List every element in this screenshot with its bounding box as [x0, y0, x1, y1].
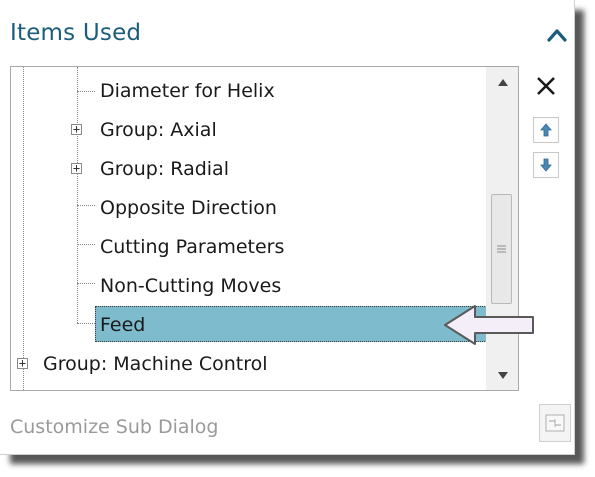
tree-item-diameter-for-helix[interactable]: Diameter for Helix: [11, 72, 486, 110]
tree-item-feed[interactable]: Feed: [11, 306, 486, 344]
customize-sub-dialog-button[interactable]: [539, 404, 571, 442]
expand-icon[interactable]: +: [71, 123, 82, 135]
tree-item-label: Diameter for Helix: [100, 80, 275, 102]
panel-title: Items Used: [10, 20, 142, 46]
tree-item-group-radial[interactable]: + Group: Radial: [11, 150, 486, 188]
tree-item-opposite-direction[interactable]: Opposite Direction: [11, 189, 486, 227]
chevron-up-icon: [547, 29, 567, 42]
grip-icon: [497, 245, 506, 253]
tree-item-cutting-parameters[interactable]: Cutting Parameters: [11, 228, 486, 266]
dialog-icon: [545, 414, 565, 432]
remove-button[interactable]: [531, 71, 561, 101]
tree-item-label: Opposite Direction: [100, 197, 277, 219]
move-down-button[interactable]: [533, 152, 559, 178]
expand-icon[interactable]: +: [17, 357, 28, 369]
scroll-thumb[interactable]: [491, 194, 512, 304]
tree-item-label: Non-Cutting Moves: [100, 275, 282, 297]
scroll-down-button[interactable]: [486, 360, 518, 390]
tree-item-label: Group: Machine Control: [43, 353, 268, 375]
arrow-up-icon: [540, 123, 552, 137]
triangle-up-icon: [497, 78, 508, 86]
customize-sub-dialog-label: Customize Sub Dialog: [10, 416, 219, 438]
arrow-down-icon: [540, 158, 552, 172]
arrow-left-callout: [444, 305, 534, 345]
items-used-panel: Items Used Diameter for Helix + Group: A…: [0, 0, 575, 455]
tree-item-label: Group: Axial: [100, 119, 217, 141]
scroll-up-button[interactable]: [486, 67, 518, 97]
close-icon: [537, 77, 555, 95]
tree-item-group-axial[interactable]: + Group: Axial: [11, 111, 486, 149]
tree-item-label: Feed: [100, 314, 146, 336]
tree-item-label: Group: Radial: [100, 158, 229, 180]
collapse-button[interactable]: [543, 18, 571, 52]
triangle-down-icon: [497, 371, 508, 379]
move-up-button[interactable]: [533, 117, 559, 143]
tree-item-label: Cutting Parameters: [100, 236, 285, 258]
expand-icon[interactable]: +: [71, 162, 82, 174]
tree-item-group-machine-control[interactable]: + Group: Machine Control: [11, 345, 486, 383]
tree-item-non-cutting-moves[interactable]: Non-Cutting Moves: [11, 267, 486, 305]
